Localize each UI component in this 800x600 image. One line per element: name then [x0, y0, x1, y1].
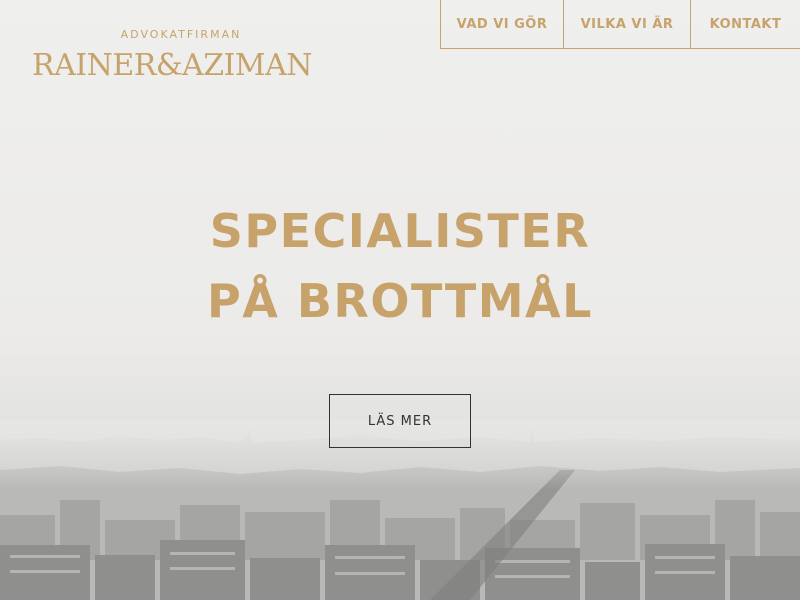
brand-name: RAINER&AZIMAN: [32, 48, 313, 83]
brand-subtitle: ADVOKATFIRMAN: [120, 28, 242, 41]
nav-item-vad-vi-gor[interactable]: VAD VI GÖR: [441, 0, 563, 48]
read-more-button[interactable]: LÄS MER: [329, 394, 471, 448]
hero-headline-line2: PÅ BROTTMÅL: [207, 274, 593, 328]
nav-item-kontakt[interactable]: KONTAKT: [690, 0, 800, 48]
nav-item-vilka-vi-ar[interactable]: VILKA VI ÄR: [563, 0, 690, 48]
main-nav: VAD VI GÖR VILKA VI ÄR KONTAKT: [440, 0, 800, 49]
hero-headline: SPECIALISTER PÅ BROTTMÅL: [0, 196, 800, 336]
hero-headline-line1: SPECIALISTER: [209, 204, 591, 258]
brand-logo[interactable]: ADVOKATFIRMAN RAINER&AZIMAN: [32, 28, 332, 84]
